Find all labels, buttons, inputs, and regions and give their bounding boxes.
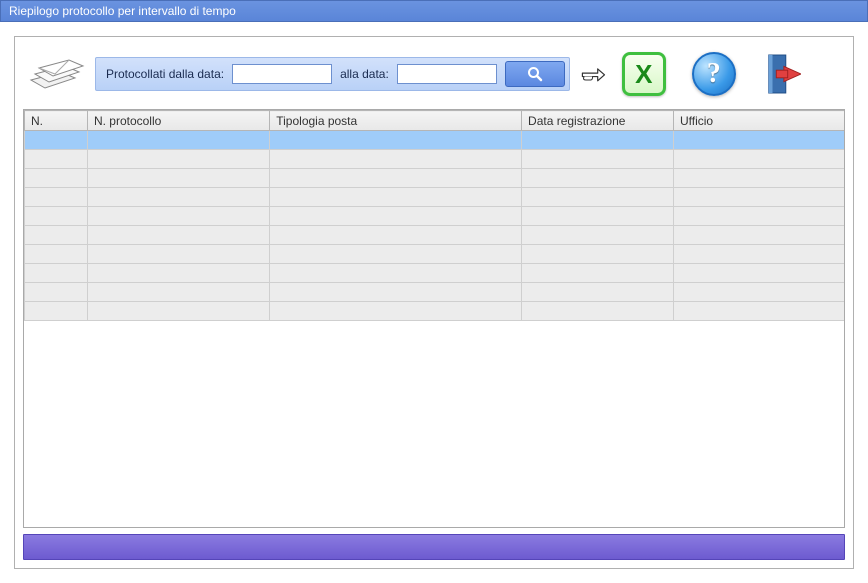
table-row[interactable] <box>25 264 845 283</box>
main-panel: Protocollati dalla data: alla data: <box>14 36 854 569</box>
table-cell[interactable] <box>673 188 844 207</box>
table-row[interactable] <box>25 245 845 264</box>
table-cell[interactable] <box>270 226 522 245</box>
table-cell[interactable] <box>522 207 674 226</box>
results-grid[interactable]: N. N. protocollo Tipologia posta Data re… <box>23 109 845 528</box>
table-cell[interactable] <box>87 169 269 188</box>
table-cell[interactable] <box>522 188 674 207</box>
table-cell[interactable] <box>87 226 269 245</box>
window-body: Protocollati dalla data: alla data: <box>0 22 868 583</box>
table-cell[interactable] <box>87 283 269 302</box>
table-cell[interactable] <box>673 283 844 302</box>
table-cell[interactable] <box>270 150 522 169</box>
table-cell[interactable] <box>522 302 674 321</box>
table-cell[interactable] <box>673 302 844 321</box>
table-cell[interactable] <box>673 131 844 150</box>
table-cell[interactable] <box>270 207 522 226</box>
from-date-input[interactable] <box>232 64 332 84</box>
toolbar: Protocollati dalla data: alla data: <box>23 45 845 103</box>
table-cell[interactable] <box>270 302 522 321</box>
magnifier-icon <box>527 66 543 82</box>
table-cell[interactable] <box>673 207 844 226</box>
table-cell[interactable] <box>522 131 674 150</box>
table-cell[interactable] <box>673 245 844 264</box>
table-cell[interactable] <box>25 283 88 302</box>
to-date-label: alla data: <box>340 67 389 81</box>
table-cell[interactable] <box>87 302 269 321</box>
table-row[interactable] <box>25 226 845 245</box>
date-filter-bar: Protocollati dalla data: alla data: <box>95 57 570 91</box>
table-row[interactable] <box>25 207 845 226</box>
export-excel-button[interactable]: X <box>622 52 666 96</box>
table-cell[interactable] <box>25 131 88 150</box>
table-cell[interactable] <box>673 169 844 188</box>
table-cell[interactable] <box>673 150 844 169</box>
status-bar <box>23 534 845 560</box>
table-cell[interactable] <box>270 131 522 150</box>
titlebar: Riepilogo protocollo per intervallo di t… <box>0 0 868 22</box>
col-header-n[interactable]: N. <box>25 111 88 131</box>
grid-header-row: N. N. protocollo Tipologia posta Data re… <box>25 111 845 131</box>
question-mark-icon: ? <box>707 58 721 90</box>
excel-x-icon: X <box>635 59 652 90</box>
table-cell[interactable] <box>25 226 88 245</box>
table-row[interactable] <box>25 302 845 321</box>
col-header-tipologia[interactable]: Tipologia posta <box>270 111 522 131</box>
mail-stack-icon <box>23 49 87 99</box>
table-cell[interactable] <box>673 226 844 245</box>
pointing-hand-icon <box>578 56 614 92</box>
help-button[interactable]: ? <box>692 52 736 96</box>
col-header-n-protocollo[interactable]: N. protocollo <box>87 111 269 131</box>
table-cell[interactable] <box>25 302 88 321</box>
table-cell[interactable] <box>25 150 88 169</box>
table-cell[interactable] <box>673 264 844 283</box>
table-cell[interactable] <box>522 226 674 245</box>
table-cell[interactable] <box>522 169 674 188</box>
table-cell[interactable] <box>87 264 269 283</box>
table-row[interactable] <box>25 283 845 302</box>
table-cell[interactable] <box>87 207 269 226</box>
table-cell[interactable] <box>87 150 269 169</box>
table-cell[interactable] <box>522 264 674 283</box>
table-row[interactable] <box>25 150 845 169</box>
table-cell[interactable] <box>270 264 522 283</box>
table-cell[interactable] <box>25 245 88 264</box>
table-cell[interactable] <box>25 264 88 283</box>
table-cell[interactable] <box>25 207 88 226</box>
col-header-data-reg[interactable]: Data registrazione <box>522 111 674 131</box>
table-cell[interactable] <box>25 169 88 188</box>
search-button[interactable] <box>505 61 565 87</box>
table-cell[interactable] <box>270 245 522 264</box>
grid-scroll-area[interactable]: N. N. protocollo Tipologia posta Data re… <box>24 110 844 527</box>
table-cell[interactable] <box>270 188 522 207</box>
table-cell[interactable] <box>522 283 674 302</box>
table-row[interactable] <box>25 169 845 188</box>
window-title: Riepilogo protocollo per intervallo di t… <box>9 4 236 18</box>
table-cell[interactable] <box>87 131 269 150</box>
from-date-label: Protocollati dalla data: <box>106 67 224 81</box>
exit-door-icon <box>763 53 801 95</box>
table-cell[interactable] <box>270 283 522 302</box>
table-cell[interactable] <box>87 188 269 207</box>
grid-table: N. N. protocollo Tipologia posta Data re… <box>24 110 844 321</box>
table-cell[interactable] <box>522 245 674 264</box>
table-cell[interactable] <box>87 245 269 264</box>
table-cell[interactable] <box>25 188 88 207</box>
exit-button[interactable] <box>762 52 802 96</box>
table-cell[interactable] <box>522 150 674 169</box>
table-row[interactable] <box>25 188 845 207</box>
table-row[interactable] <box>25 131 845 150</box>
to-date-input[interactable] <box>397 64 497 84</box>
table-cell[interactable] <box>270 169 522 188</box>
col-header-ufficio[interactable]: Ufficio <box>673 111 844 131</box>
